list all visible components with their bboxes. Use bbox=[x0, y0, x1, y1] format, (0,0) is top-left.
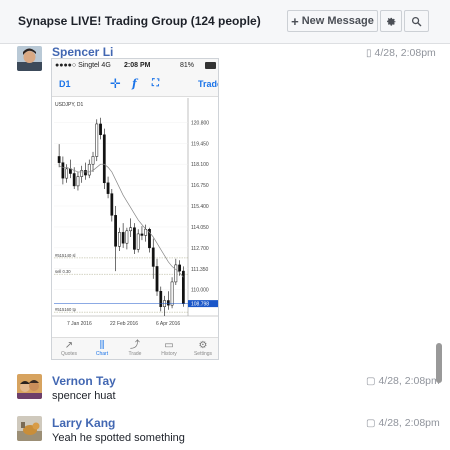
timestamp: ▢ 4/28, 2:08pm bbox=[366, 375, 440, 387]
tab-trade: ⤴ Trade bbox=[128, 340, 142, 357]
y-tick-label: 115.400 bbox=[191, 204, 209, 210]
objects-icon: ⛶ bbox=[152, 78, 159, 89]
phone-clock: 2:08 PM bbox=[124, 62, 151, 69]
candle-body bbox=[87, 163, 91, 176]
gear-icon bbox=[387, 17, 396, 26]
sender-name[interactable]: Larry Kang bbox=[52, 416, 115, 430]
price-chart: USDJPY, D1 120.800 119.450 118.100 116.750 11… bbox=[52, 98, 218, 336]
candle-body bbox=[106, 182, 110, 194]
plus-icon: + bbox=[291, 13, 299, 29]
sender-name[interactable]: Vernon Tay bbox=[52, 374, 116, 388]
candle-body bbox=[114, 215, 117, 247]
candle-body bbox=[170, 281, 174, 306]
candle-body bbox=[125, 230, 129, 244]
message-text: spencer huat bbox=[52, 390, 116, 402]
timestamp: ▢ 4/28, 2:08pm bbox=[366, 417, 440, 429]
chart-symbol-label: USDJPY, D1 bbox=[55, 102, 83, 108]
candle-body bbox=[80, 170, 84, 177]
trade-level-label: sell 0.30 bbox=[55, 269, 71, 274]
y-tick-label: 111.350 bbox=[191, 267, 209, 273]
avatar-spencer-li bbox=[17, 46, 42, 71]
y-tick-label: 120.800 bbox=[191, 120, 209, 126]
message-list[interactable]: Spencer Li ▯ 4/28, 2:08pm ●●●●○ Singtel 4… bbox=[0, 44, 450, 450]
y-tick-label: 119.450 bbox=[191, 141, 209, 147]
candle-body bbox=[65, 168, 69, 179]
chat-icon: ▢ bbox=[366, 418, 376, 429]
candle-body bbox=[117, 232, 121, 247]
battery-icon bbox=[205, 62, 216, 69]
search-button[interactable] bbox=[404, 10, 429, 32]
battery-label: 81% bbox=[180, 62, 195, 69]
candle-body bbox=[151, 247, 155, 267]
candle-body bbox=[133, 227, 136, 250]
avatar[interactable] bbox=[17, 416, 42, 441]
trade-label: Trade bbox=[198, 79, 218, 89]
candle-body bbox=[121, 232, 125, 244]
candle-body bbox=[129, 227, 133, 232]
trade-level-label: #515140 sl bbox=[55, 253, 76, 258]
candle-body bbox=[178, 264, 181, 272]
tab-chart: ⫼ Chart bbox=[95, 340, 109, 357]
y-tick-label: 116.750 bbox=[191, 183, 209, 189]
x-tick-label: 7 Jan 2016 bbox=[67, 321, 92, 327]
y-tick-label: 114.050 bbox=[191, 225, 209, 231]
message-text: Yeah he spotted something bbox=[52, 432, 185, 444]
period-label: D1 bbox=[59, 79, 71, 89]
candle-body bbox=[91, 156, 95, 165]
new-message-label: New Message bbox=[301, 15, 374, 27]
trade-level-label: #515160 tp bbox=[55, 307, 77, 312]
search-icon bbox=[411, 16, 422, 26]
settings-button[interactable] bbox=[380, 10, 402, 32]
indicator-icon: f bbox=[132, 77, 137, 90]
tab-settings: ⚙ Settings bbox=[193, 340, 213, 357]
carrier-label: ●●●●○ Singtel 4G bbox=[55, 62, 111, 69]
candle-body bbox=[166, 300, 170, 306]
y-tick-label: 118.100 bbox=[191, 162, 209, 168]
scrollbar[interactable] bbox=[436, 343, 442, 383]
avatar[interactable] bbox=[17, 374, 42, 399]
mobile-icon: ▯ bbox=[366, 48, 372, 59]
sender-name[interactable]: Spencer Li bbox=[52, 45, 113, 59]
candle-body bbox=[174, 264, 178, 283]
candle-body bbox=[102, 134, 106, 184]
phone-status-bar: ●●●●○ Singtel 4G 2:08 PM 81% bbox=[52, 59, 218, 73]
image-attachment[interactable]: ●●●●○ Singtel 4G 2:08 PM 81% D1 ✛ f ⛶ Tr… bbox=[51, 58, 219, 360]
candle-body bbox=[72, 173, 76, 187]
crosshair-icon: ✛ bbox=[110, 76, 121, 91]
tab-history: ▭ History bbox=[161, 340, 177, 357]
candle-body bbox=[61, 162, 65, 179]
x-tick-label: 22 Feb 2016 bbox=[110, 321, 138, 327]
timestamp: ▯ 4/28, 2:08pm bbox=[366, 47, 436, 59]
candle-body bbox=[99, 123, 102, 136]
avatar-vernon-tay bbox=[17, 374, 42, 399]
candle-body bbox=[110, 193, 114, 216]
candle-body bbox=[136, 233, 140, 250]
candle-body bbox=[76, 176, 80, 187]
x-tick-label: 6 Apr 2016 bbox=[156, 321, 180, 327]
new-message-button[interactable]: + New Message bbox=[287, 10, 378, 32]
tab-quotes: ↗ Quotes bbox=[60, 340, 78, 357]
chat-icon: ▢ bbox=[366, 376, 376, 387]
candle-body bbox=[95, 123, 99, 157]
conversation-title: Synapse LIVE! Trading Group (124 people) bbox=[18, 14, 261, 28]
phone-chart-toolbar: D1 ✛ f ⛶ Trade bbox=[52, 73, 218, 97]
current-price-label: 108.798 bbox=[191, 302, 209, 308]
candle-body bbox=[159, 290, 163, 307]
phone-tab-bar: ↗ Quotes ⫼ Chart ⤴ Trade ▭ History ⚙ Settings bbox=[52, 337, 218, 359]
candle-body bbox=[57, 156, 61, 163]
candle-body bbox=[140, 233, 144, 236]
conversation-header: Synapse LIVE! Trading Group (124 people)… bbox=[0, 0, 450, 44]
avatar-larry-kang bbox=[17, 416, 42, 441]
candle-body bbox=[155, 266, 159, 292]
avatar[interactable] bbox=[17, 46, 42, 71]
y-tick-label: 112.700 bbox=[191, 246, 209, 252]
candle-body bbox=[84, 170, 87, 176]
y-tick-label: 110.000 bbox=[191, 288, 209, 294]
